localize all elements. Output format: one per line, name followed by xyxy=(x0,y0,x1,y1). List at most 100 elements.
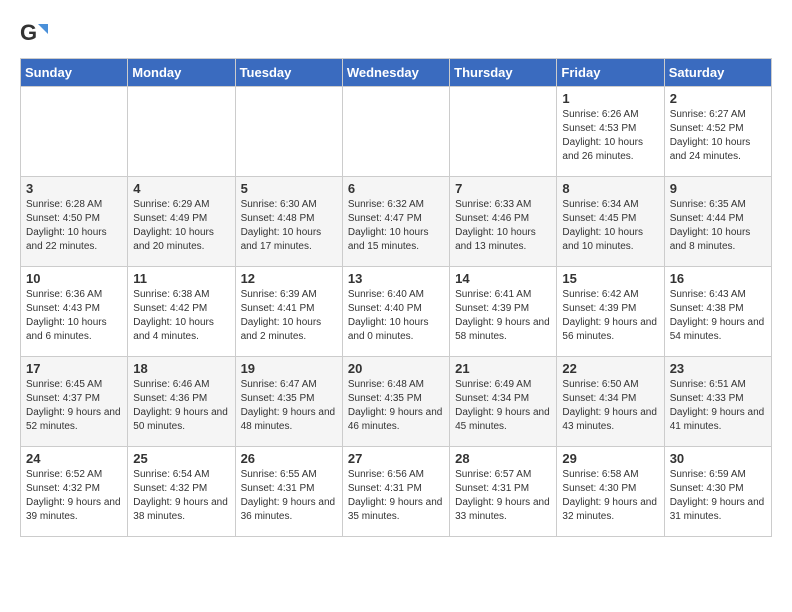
day-number: 10 xyxy=(26,271,122,286)
day-info: Sunrise: 6:50 AM Sunset: 4:34 PM Dayligh… xyxy=(562,378,658,434)
calendar-cell: 9 Sunrise: 6:35 AM Sunset: 4:44 PM Daylig… xyxy=(664,177,771,267)
page-header: G xyxy=(20,20,772,48)
calendar-cell: 13Sunrise: 6:40 AM Sunset: 4:40 PM Dayli… xyxy=(342,267,449,357)
day-number: 14 xyxy=(455,271,551,286)
day-info: Sunrise: 6:39 AM Sunset: 4:41 PM Dayligh… xyxy=(241,288,337,344)
day-info: Sunrise: 6:32 AM Sunset: 4:47 PM Dayligh… xyxy=(348,198,444,254)
day-number: 1 xyxy=(562,91,658,106)
calendar-table: SundayMondayTuesdayWednesdayThursdayFrid… xyxy=(20,58,772,537)
day-number: 24 xyxy=(26,451,122,466)
day-number: 6 xyxy=(348,181,444,196)
day-number: 18 xyxy=(133,361,229,376)
day-info: Sunrise: 6:26 AM Sunset: 4:53 PM Dayligh… xyxy=(562,108,658,164)
day-number: 7 xyxy=(455,181,551,196)
day-info: Sunrise: 6:56 AM Sunset: 4:31 PM Dayligh… xyxy=(348,468,444,524)
day-info: Sunrise: 6:34 AM Sunset: 4:45 PM Dayligh… xyxy=(562,198,658,254)
calendar-cell: 28 Sunrise: 6:57 AM Sunset: 4:31 PM Dayli… xyxy=(450,447,557,537)
day-number: 29 xyxy=(562,451,658,466)
calendar-cell: 1 Sunrise: 6:26 AM Sunset: 4:53 PM Daylig… xyxy=(557,87,664,177)
day-number: 9 xyxy=(670,181,766,196)
day-number: 17 xyxy=(26,361,122,376)
calendar-cell: 18Sunrise: 6:46 AM Sunset: 4:36 PM Dayli… xyxy=(128,357,235,447)
day-number: 15 xyxy=(562,271,658,286)
day-number: 28 xyxy=(455,451,551,466)
calendar-header-wednesday: Wednesday xyxy=(342,59,449,87)
day-number: 20 xyxy=(348,361,444,376)
day-info: Sunrise: 6:45 AM Sunset: 4:37 PM Dayligh… xyxy=(26,378,122,434)
calendar-header-row: SundayMondayTuesdayWednesdayThursdayFrid… xyxy=(21,59,772,87)
day-info: Sunrise: 6:54 AM Sunset: 4:32 PM Dayligh… xyxy=(133,468,229,524)
calendar-week-2: 3 Sunrise: 6:28 AM Sunset: 4:50 PM Daylig… xyxy=(21,177,772,267)
day-info: Sunrise: 6:38 AM Sunset: 4:42 PM Dayligh… xyxy=(133,288,229,344)
day-info: Sunrise: 6:30 AM Sunset: 4:48 PM Dayligh… xyxy=(241,198,337,254)
calendar-week-5: 24 Sunrise: 6:52 AM Sunset: 4:32 PM Dayli… xyxy=(21,447,772,537)
day-info: Sunrise: 6:33 AM Sunset: 4:46 PM Dayligh… xyxy=(455,198,551,254)
day-info: Sunrise: 6:27 AM Sunset: 4:52 PM Dayligh… xyxy=(670,108,766,164)
calendar-cell: 4 Sunrise: 6:29 AM Sunset: 4:49 PM Daylig… xyxy=(128,177,235,267)
calendar-cell: 27 Sunrise: 6:56 AM Sunset: 4:31 PM Dayli… xyxy=(342,447,449,537)
calendar-header-saturday: Saturday xyxy=(664,59,771,87)
day-number: 4 xyxy=(133,181,229,196)
calendar-week-1: 1 Sunrise: 6:26 AM Sunset: 4:53 PM Daylig… xyxy=(21,87,772,177)
day-info: Sunrise: 6:48 AM Sunset: 4:35 PM Dayligh… xyxy=(348,378,444,434)
day-number: 11 xyxy=(133,271,229,286)
day-info: Sunrise: 6:36 AM Sunset: 4:43 PM Dayligh… xyxy=(26,288,122,344)
day-number: 26 xyxy=(241,451,337,466)
calendar-cell: 5 Sunrise: 6:30 AM Sunset: 4:48 PM Daylig… xyxy=(235,177,342,267)
day-info: Sunrise: 6:47 AM Sunset: 4:35 PM Dayligh… xyxy=(241,378,337,434)
day-info: Sunrise: 6:55 AM Sunset: 4:31 PM Dayligh… xyxy=(241,468,337,524)
day-number: 22 xyxy=(562,361,658,376)
calendar-cell xyxy=(235,87,342,177)
calendar-cell: 22 Sunrise: 6:50 AM Sunset: 4:34 PM Dayli… xyxy=(557,357,664,447)
day-number: 8 xyxy=(562,181,658,196)
calendar-cell: 8 Sunrise: 6:34 AM Sunset: 4:45 PM Daylig… xyxy=(557,177,664,267)
calendar-cell: 16 Sunrise: 6:43 AM Sunset: 4:38 PM Dayli… xyxy=(664,267,771,357)
calendar-cell: 15 Sunrise: 6:42 AM Sunset: 4:39 PM Dayli… xyxy=(557,267,664,357)
calendar-cell xyxy=(342,87,449,177)
day-number: 5 xyxy=(241,181,337,196)
calendar-cell: 17 Sunrise: 6:45 AM Sunset: 4:37 PM Dayli… xyxy=(21,357,128,447)
logo: G xyxy=(20,20,52,48)
calendar-cell: 14 Sunrise: 6:41 AM Sunset: 4:39 PM Dayli… xyxy=(450,267,557,357)
calendar-cell: 12 Sunrise: 6:39 AM Sunset: 4:41 PM Dayli… xyxy=(235,267,342,357)
day-number: 12 xyxy=(241,271,337,286)
day-info: Sunrise: 6:58 AM Sunset: 4:30 PM Dayligh… xyxy=(562,468,658,524)
calendar-week-3: 10 Sunrise: 6:36 AM Sunset: 4:43 PM Dayli… xyxy=(21,267,772,357)
calendar-cell: 21 Sunrise: 6:49 AM Sunset: 4:34 PM Dayli… xyxy=(450,357,557,447)
calendar-cell: 10 Sunrise: 6:36 AM Sunset: 4:43 PM Dayli… xyxy=(21,267,128,357)
day-info: Sunrise: 6:40 AM Sunset: 4:40 PM Dayligh… xyxy=(348,288,444,344)
day-number: 19 xyxy=(241,361,337,376)
calendar-cell: 3 Sunrise: 6:28 AM Sunset: 4:50 PM Daylig… xyxy=(21,177,128,267)
day-number: 27 xyxy=(348,451,444,466)
day-info: Sunrise: 6:29 AM Sunset: 4:49 PM Dayligh… xyxy=(133,198,229,254)
day-info: Sunrise: 6:28 AM Sunset: 4:50 PM Dayligh… xyxy=(26,198,122,254)
calendar-cell: 7 Sunrise: 6:33 AM Sunset: 4:46 PM Daylig… xyxy=(450,177,557,267)
day-number: 21 xyxy=(455,361,551,376)
calendar-cell: 30 Sunrise: 6:59 AM Sunset: 4:30 PM Dayli… xyxy=(664,447,771,537)
svg-text:G: G xyxy=(20,20,37,45)
calendar-cell xyxy=(450,87,557,177)
day-info: Sunrise: 6:41 AM Sunset: 4:39 PM Dayligh… xyxy=(455,288,551,344)
day-info: Sunrise: 6:59 AM Sunset: 4:30 PM Dayligh… xyxy=(670,468,766,524)
calendar-header-monday: Monday xyxy=(128,59,235,87)
day-info: Sunrise: 6:42 AM Sunset: 4:39 PM Dayligh… xyxy=(562,288,658,344)
calendar-header-friday: Friday xyxy=(557,59,664,87)
day-number: 16 xyxy=(670,271,766,286)
calendar-cell: 23Sunrise: 6:51 AM Sunset: 4:33 PM Dayli… xyxy=(664,357,771,447)
calendar-week-4: 17 Sunrise: 6:45 AM Sunset: 4:37 PM Dayli… xyxy=(21,357,772,447)
calendar-header-tuesday: Tuesday xyxy=(235,59,342,87)
calendar-cell: 11 Sunrise: 6:38 AM Sunset: 4:42 PM Dayli… xyxy=(128,267,235,357)
day-number: 25 xyxy=(133,451,229,466)
calendar-cell: 24 Sunrise: 6:52 AM Sunset: 4:32 PM Dayli… xyxy=(21,447,128,537)
day-info: Sunrise: 6:52 AM Sunset: 4:32 PM Dayligh… xyxy=(26,468,122,524)
day-info: Sunrise: 6:49 AM Sunset: 4:34 PM Dayligh… xyxy=(455,378,551,434)
day-info: Sunrise: 6:35 AM Sunset: 4:44 PM Dayligh… xyxy=(670,198,766,254)
calendar-cell xyxy=(128,87,235,177)
calendar-cell: 29 Sunrise: 6:58 AM Sunset: 4:30 PM Dayli… xyxy=(557,447,664,537)
calendar-cell: 6 Sunrise: 6:32 AM Sunset: 4:47 PM Daylig… xyxy=(342,177,449,267)
day-info: Sunrise: 6:57 AM Sunset: 4:31 PM Dayligh… xyxy=(455,468,551,524)
day-info: Sunrise: 6:43 AM Sunset: 4:38 PM Dayligh… xyxy=(670,288,766,344)
day-number: 30 xyxy=(670,451,766,466)
day-number: 2 xyxy=(670,91,766,106)
day-number: 3 xyxy=(26,181,122,196)
